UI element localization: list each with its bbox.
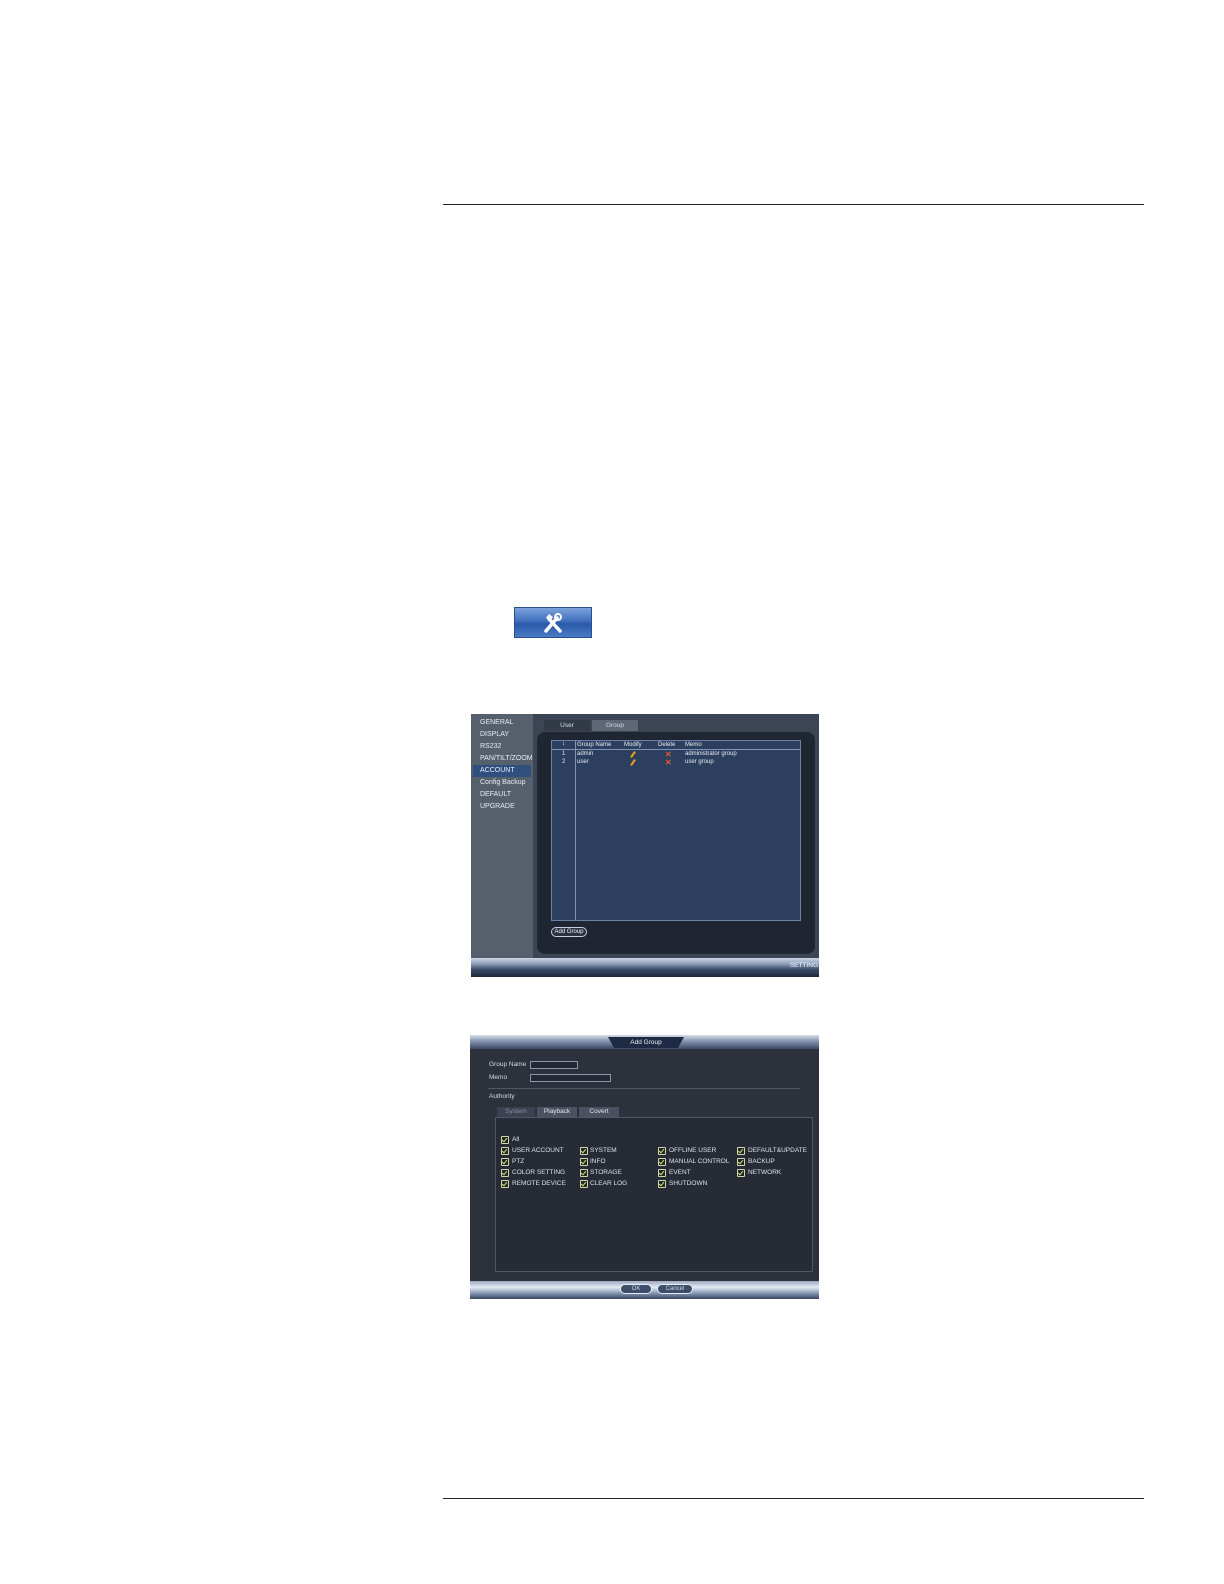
tab-covert[interactable]: Covert (579, 1107, 619, 1117)
checkbox-user-account[interactable] (501, 1147, 509, 1155)
pencil-icon[interactable] (630, 759, 636, 766)
sidebar-item-config-backup[interactable]: Config Backup (473, 777, 531, 789)
row-memo: user group (685, 759, 714, 765)
perm-label: SYSTEM (590, 1147, 617, 1154)
group-name-label: Group Name (489, 1061, 527, 1068)
checkbox-default-update[interactable] (737, 1147, 745, 1155)
bottom-bar (471, 958, 819, 977)
sidebar-item-default[interactable]: DEFAULT (473, 789, 531, 801)
perm-label: REMOTE DEVICE (512, 1180, 566, 1187)
perm-label: USER ACCOUNT (512, 1147, 564, 1154)
checkbox-info[interactable] (580, 1158, 588, 1166)
checkbox-ptz[interactable] (501, 1158, 509, 1166)
checkbox-shutdown[interactable] (658, 1180, 666, 1188)
checkbox-storage[interactable] (580, 1169, 588, 1177)
add-group-button[interactable]: Add Group (551, 927, 587, 937)
settings-sidebar: GENERAL DISPLAY RS232 PAN/TILT/ZOOM ACCO… (471, 714, 533, 958)
footer-rule (443, 1498, 1144, 1499)
perm-label: NETWORK (748, 1169, 782, 1176)
row-memo: administrator group (685, 751, 737, 757)
cancel-button[interactable]: Cancel (657, 1284, 693, 1294)
memo-input[interactable] (530, 1074, 611, 1082)
sidebar-item-rs232[interactable]: RS232 (473, 741, 531, 753)
perm-label: INFO (590, 1158, 606, 1165)
checkbox-network[interactable] (737, 1169, 745, 1177)
add-group-dialog-screenshot: Add Group Group Name Memo Authority Syst… (470, 1035, 819, 1299)
permissions-box (495, 1117, 813, 1272)
checkbox-event[interactable] (658, 1169, 666, 1177)
row-number: 1 (562, 751, 566, 757)
perm-label: BACKUP (748, 1158, 775, 1165)
perm-label: CLEAR LOG (590, 1180, 628, 1187)
column-header-memo: Memo (685, 742, 702, 748)
checkbox-system[interactable] (580, 1147, 588, 1155)
all-label: All (512, 1136, 520, 1143)
column-header-group-name: Group Name (577, 742, 612, 748)
sidebar-item-ptz[interactable]: PAN/TILT/ZOOM (473, 753, 533, 765)
tools-icon (544, 612, 562, 633)
sidebar-item-general[interactable]: GENERAL (473, 717, 531, 729)
account-group-screenshot: GENERAL DISPLAY RS232 PAN/TILT/ZOOM ACCO… (471, 714, 819, 977)
row-group-name: user (577, 759, 589, 765)
row-group-name: admin (577, 751, 594, 757)
header-rule (443, 204, 1144, 205)
checkbox-offline-user[interactable] (658, 1147, 666, 1155)
tab-user[interactable]: User (544, 720, 590, 731)
checkbox-clear-log[interactable] (580, 1180, 588, 1188)
perm-label: PTZ (512, 1158, 525, 1165)
ok-button[interactable]: OK (620, 1284, 652, 1294)
group-name-input[interactable] (530, 1061, 578, 1069)
perm-label: MANUAL CONTROL (669, 1158, 730, 1165)
group-table: ↕ Group Name Modify Delete Memo 1 admin … (551, 740, 801, 921)
perm-label: SHUTDOWN (669, 1180, 708, 1187)
footer-label: SETTING (789, 962, 818, 969)
memo-label: Memo (489, 1074, 508, 1081)
sidebar-item-account[interactable]: ACCOUNT (473, 765, 531, 777)
perm-label: DEFAULT&UPDATE (748, 1147, 807, 1154)
column-header-modify: Modify (624, 742, 642, 748)
tab-group[interactable]: Group (592, 720, 638, 731)
perm-label: OFFLINE USER (669, 1147, 717, 1154)
checkbox-remote-device[interactable] (501, 1180, 509, 1188)
tab-playback[interactable]: Playback (537, 1107, 577, 1117)
row-number: 2 (562, 759, 566, 765)
checkbox-color-setting[interactable] (501, 1169, 509, 1177)
close-icon[interactable]: ✕ (665, 759, 672, 767)
checkbox-backup[interactable] (737, 1158, 745, 1166)
perm-label: COLOR SETTING (512, 1169, 566, 1176)
sidebar-item-display[interactable]: DISPLAY (473, 729, 531, 741)
perm-label: EVENT (669, 1169, 691, 1176)
tab-system[interactable]: System (497, 1107, 535, 1117)
dialog-title: Add Group (608, 1037, 684, 1048)
perm-label: STORAGE (590, 1169, 622, 1176)
settings-tool-button[interactable] (514, 607, 592, 638)
all-checkbox[interactable] (501, 1136, 509, 1144)
authority-label: Authority (489, 1093, 515, 1100)
pencil-icon[interactable] (630, 751, 636, 758)
sidebar-item-upgrade[interactable]: UPGRADE (473, 801, 531, 813)
divider (488, 1088, 800, 1089)
checkbox-manual-control[interactable] (658, 1158, 666, 1166)
column-header-delete: Delete (658, 742, 676, 748)
